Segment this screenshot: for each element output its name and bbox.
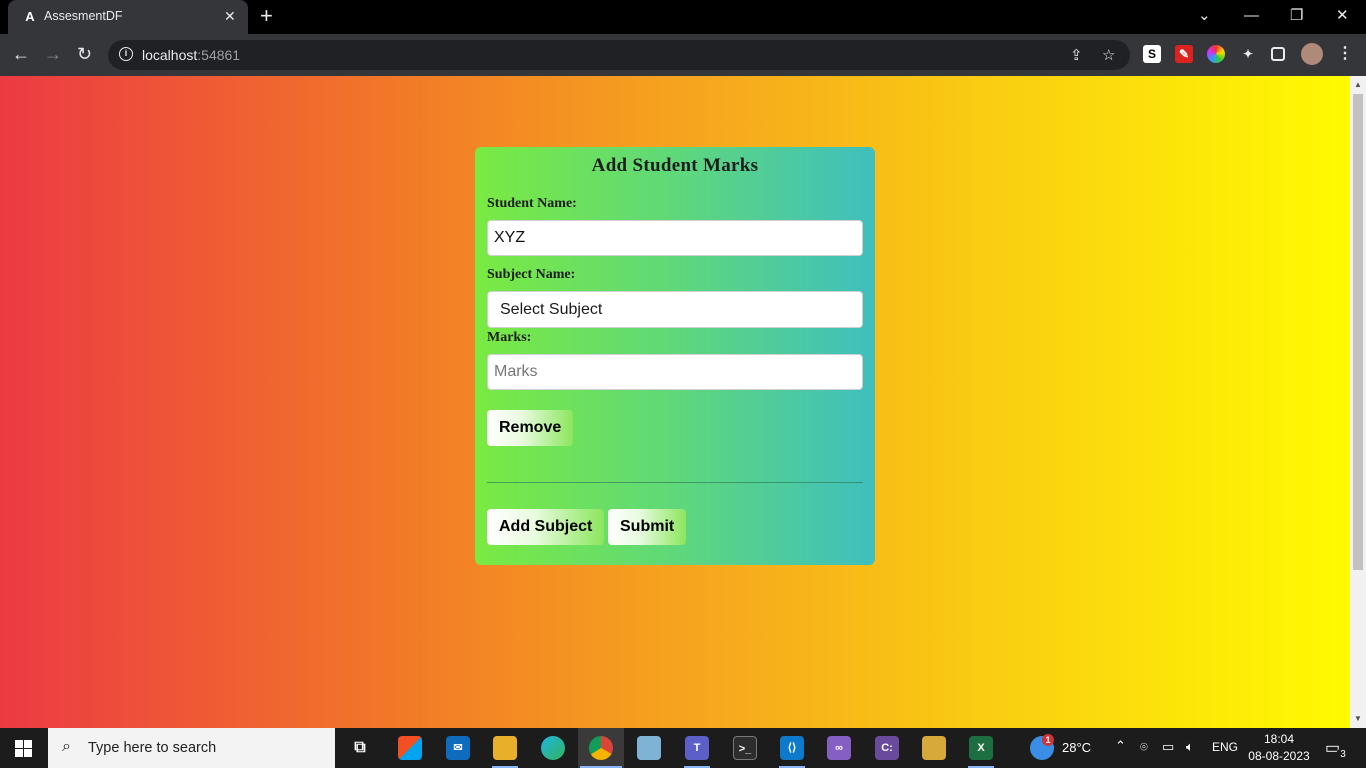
extensions-puzzle-icon[interactable]: ✦ [1239,45,1257,63]
address-bar[interactable]: i localhost:54861 ⇪ ☆ [108,40,1130,70]
meet-now-icon[interactable]: ⌾ [1140,739,1148,755]
window-close-icon[interactable]: ✕ [1336,6,1349,26]
profile-avatar[interactable] [1301,43,1323,65]
app-updater-icon[interactable] [922,736,946,760]
clock[interactable]: 18:04 08-08-2023 [1244,731,1314,765]
network-icon[interactable]: ▭ [1162,739,1174,755]
clock-date: 08-08-2023 [1248,749,1310,763]
teams-icon[interactable]: T [685,736,709,760]
task-view-icon[interactable]: ⧉ [348,736,372,760]
back-arrow-icon[interactable]: ← [12,44,30,64]
browser-menu-icon[interactable]: ⋮ [1336,45,1354,63]
form-divider [487,482,863,483]
taskbar-search-placeholder: Type here to search [88,740,217,756]
form-title: Add Student Marks [591,155,759,176]
side-panel-icon[interactable] [1271,47,1285,61]
extension-red-icon[interactable]: ✎ [1175,45,1193,63]
windows-start-icon[interactable] [15,740,32,757]
marks-label: Marks: [487,330,532,345]
restore-icon[interactable]: ❐ [1290,6,1303,26]
terminal-icon[interactable]: >_ [733,736,757,760]
scroll-thumb[interactable] [1353,94,1363,570]
mail-icon[interactable]: ✉ [446,736,470,760]
browser-tab-strip: A AssesmentDF ✕ + ⌄ — ❐ ✕ [0,0,1366,34]
tab-title: AssesmentDF [44,9,123,23]
scroll-up-icon[interactable]: ▲ [1354,80,1362,89]
subject-name-label: Subject Name: [487,267,576,282]
address-url[interactable]: localhost:54861 [142,47,240,63]
edge-icon[interactable] [541,736,565,760]
browser-tab[interactable]: A AssesmentDF ✕ [8,0,248,34]
share-icon[interactable]: ⇪ [1070,46,1083,64]
scroll-down-icon[interactable]: ▼ [1354,714,1362,723]
search-icon: ⌕ [62,738,71,755]
sql-cmd-icon[interactable]: C: [875,736,899,760]
add-subject-button[interactable]: Add Subject [487,509,605,545]
volume-icon[interactable]: 🔈︎ [1186,739,1194,755]
visual-studio-icon[interactable]: ∞ [827,736,851,760]
reload-icon[interactable]: ↻ [77,44,92,64]
weather-alert-badge: 1 [1042,734,1054,746]
tray-chevron-icon[interactable]: ⌃ [1115,738,1126,754]
marks-input[interactable] [487,354,863,390]
bookmark-star-icon[interactable]: ☆ [1102,46,1115,64]
student-name-input[interactable] [487,220,863,256]
site-info-icon[interactable]: i [119,47,133,61]
notes-app-icon[interactable] [637,736,661,760]
extension-colorwheel-icon[interactable] [1207,45,1225,63]
browser-toolbar: ← → ↻ i localhost:54861 ⇪ ☆ S ✎ ✦ ⋮ [0,34,1366,76]
windows-taskbar: ⌕ Type here to search ⧉ ✉ T >_ ⟨⟩ ∞ C: X… [0,728,1366,768]
tab-search-chevron-icon[interactable]: ⌄ [1198,6,1211,26]
microsoft-store-icon[interactable] [398,736,422,760]
subject-select[interactable]: Select Subject [487,291,863,328]
notification-count-badge: 3 [1336,748,1350,762]
excel-icon[interactable]: X [969,736,993,760]
student-name-label: Student Name: [487,196,577,211]
vertical-scrollbar[interactable]: ▲ ▼ [1350,76,1366,728]
page-viewport: Add Student Marks Student Name: Subject … [0,76,1350,728]
student-marks-card: Add Student Marks Student Name: Subject … [475,147,875,565]
vscode-icon[interactable]: ⟨⟩ [780,736,804,760]
new-tab-icon[interactable]: + [260,5,273,27]
remove-button[interactable]: Remove [487,410,574,446]
angular-favicon-icon: A [25,9,35,24]
weather-temperature[interactable]: 28°C [1062,740,1091,755]
chrome-icon[interactable] [589,736,613,760]
file-explorer-icon[interactable] [493,736,517,760]
tab-close-icon[interactable]: ✕ [224,8,236,24]
extension-s-icon[interactable]: S [1143,45,1161,63]
clock-time: 18:04 [1263,732,1295,746]
forward-arrow-icon[interactable]: → [44,44,62,64]
submit-button[interactable]: Submit [608,509,687,545]
taskbar-search-box[interactable]: ⌕ Type here to search [48,728,335,768]
minimize-icon[interactable]: — [1244,6,1259,26]
input-language[interactable]: ENG [1212,740,1238,754]
